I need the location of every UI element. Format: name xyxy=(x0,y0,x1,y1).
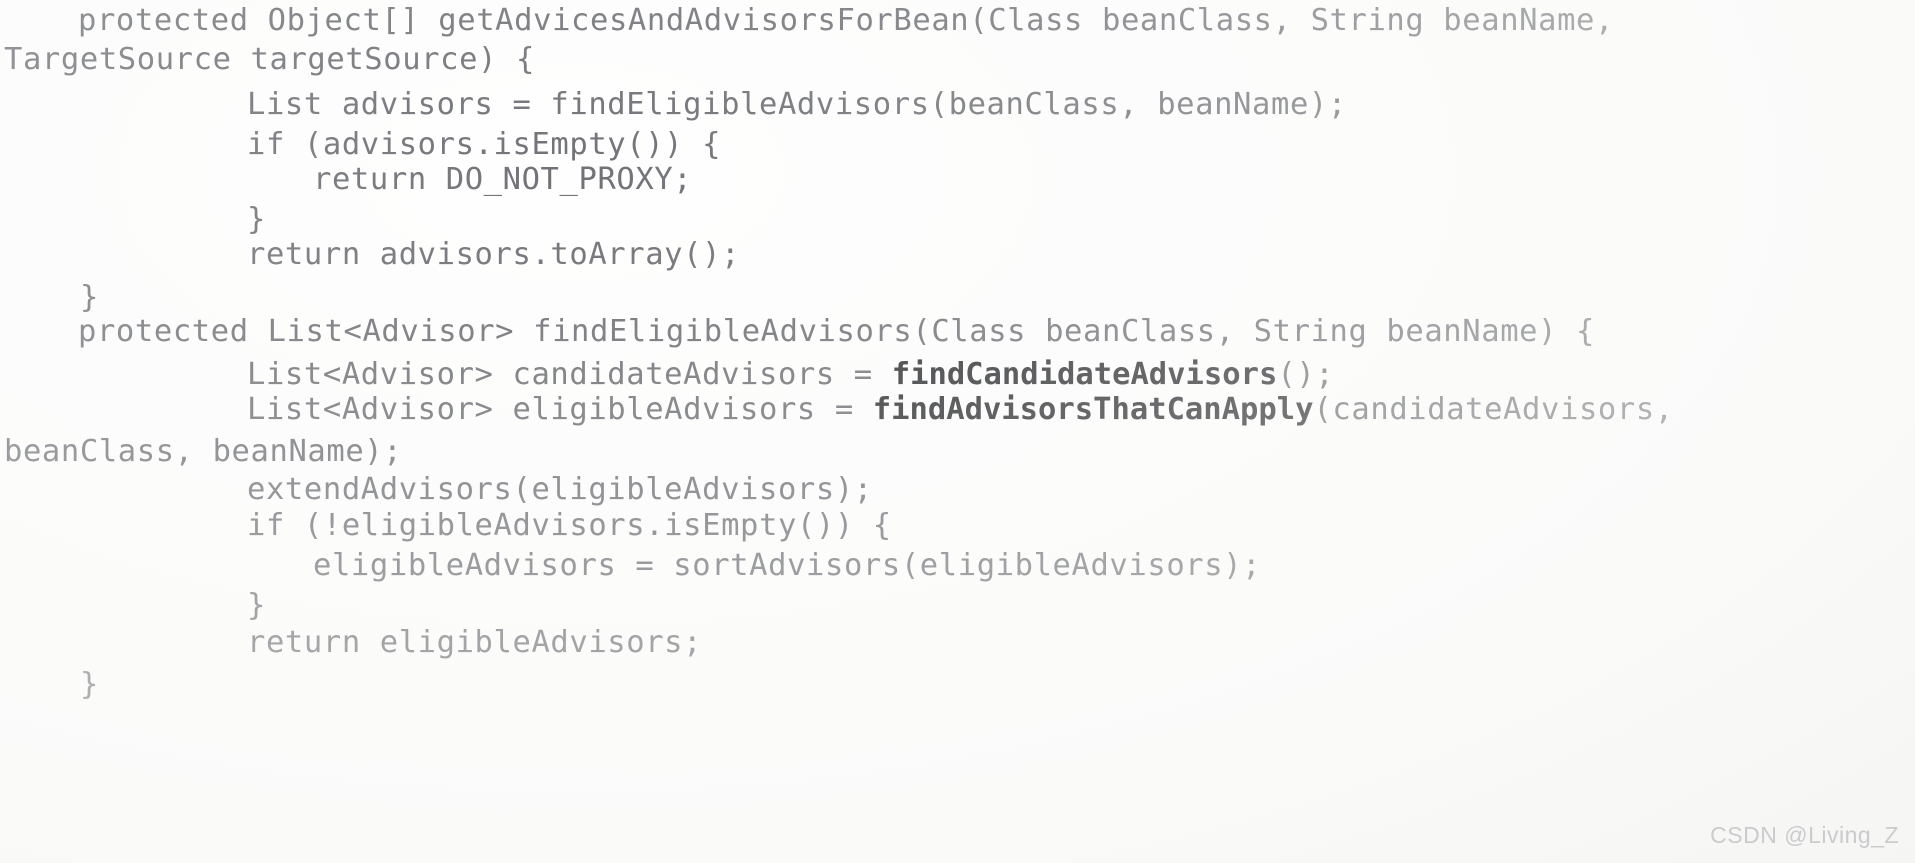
code-line: List<Advisor> candidateAdvisors = findCa… xyxy=(0,356,1334,394)
code-line: if (advisors.isEmpty()) { xyxy=(247,127,722,162)
highlighted-method-name: findAdvisorsThatCanApply xyxy=(872,392,1314,427)
csdn-watermark: CSDN @Living_Z xyxy=(1710,822,1899,848)
code-line: } xyxy=(247,202,266,237)
code-text: (); xyxy=(1277,357,1335,392)
code-listing: protected Object[] getAdvicesAndAdvisors… xyxy=(0,0,1915,863)
code-line: protected Object[] getAdvicesAndAdvisors… xyxy=(78,3,1614,38)
code-line: return eligibleAdvisors; xyxy=(247,625,703,660)
code-line: beanClass, beanName); xyxy=(4,434,403,469)
code-line: } xyxy=(80,667,99,702)
code-line: eligibleAdvisors = sortAdvisors(eligible… xyxy=(313,548,1262,583)
code-line: List<Advisor> eligibleAdvisors = findAdv… xyxy=(0,391,1674,429)
code-text: List<Advisor> eligibleAdvisors = xyxy=(247,392,873,427)
code-line: extendAdvisors(eligibleAdvisors); xyxy=(247,472,873,507)
code-line: } xyxy=(80,280,99,315)
code-line: } xyxy=(247,588,266,623)
code-line: List advisors = findEligibleAdvisors(bea… xyxy=(247,87,1347,122)
code-text: (candidateAdvisors, xyxy=(1313,392,1674,427)
code-line: return DO_NOT_PROXY; xyxy=(313,162,693,197)
highlighted-method-name: findCandidateAdvisors xyxy=(891,357,1278,392)
code-text: List<Advisor> candidateAdvisors = xyxy=(247,357,892,392)
code-line: TargetSource targetSource) { xyxy=(4,42,535,77)
code-line: if (!eligibleAdvisors.isEmpty()) { xyxy=(247,508,892,543)
code-line: protected List<Advisor> findEligibleAdvi… xyxy=(78,314,1596,349)
code-line: return advisors.toArray(); xyxy=(247,237,741,272)
